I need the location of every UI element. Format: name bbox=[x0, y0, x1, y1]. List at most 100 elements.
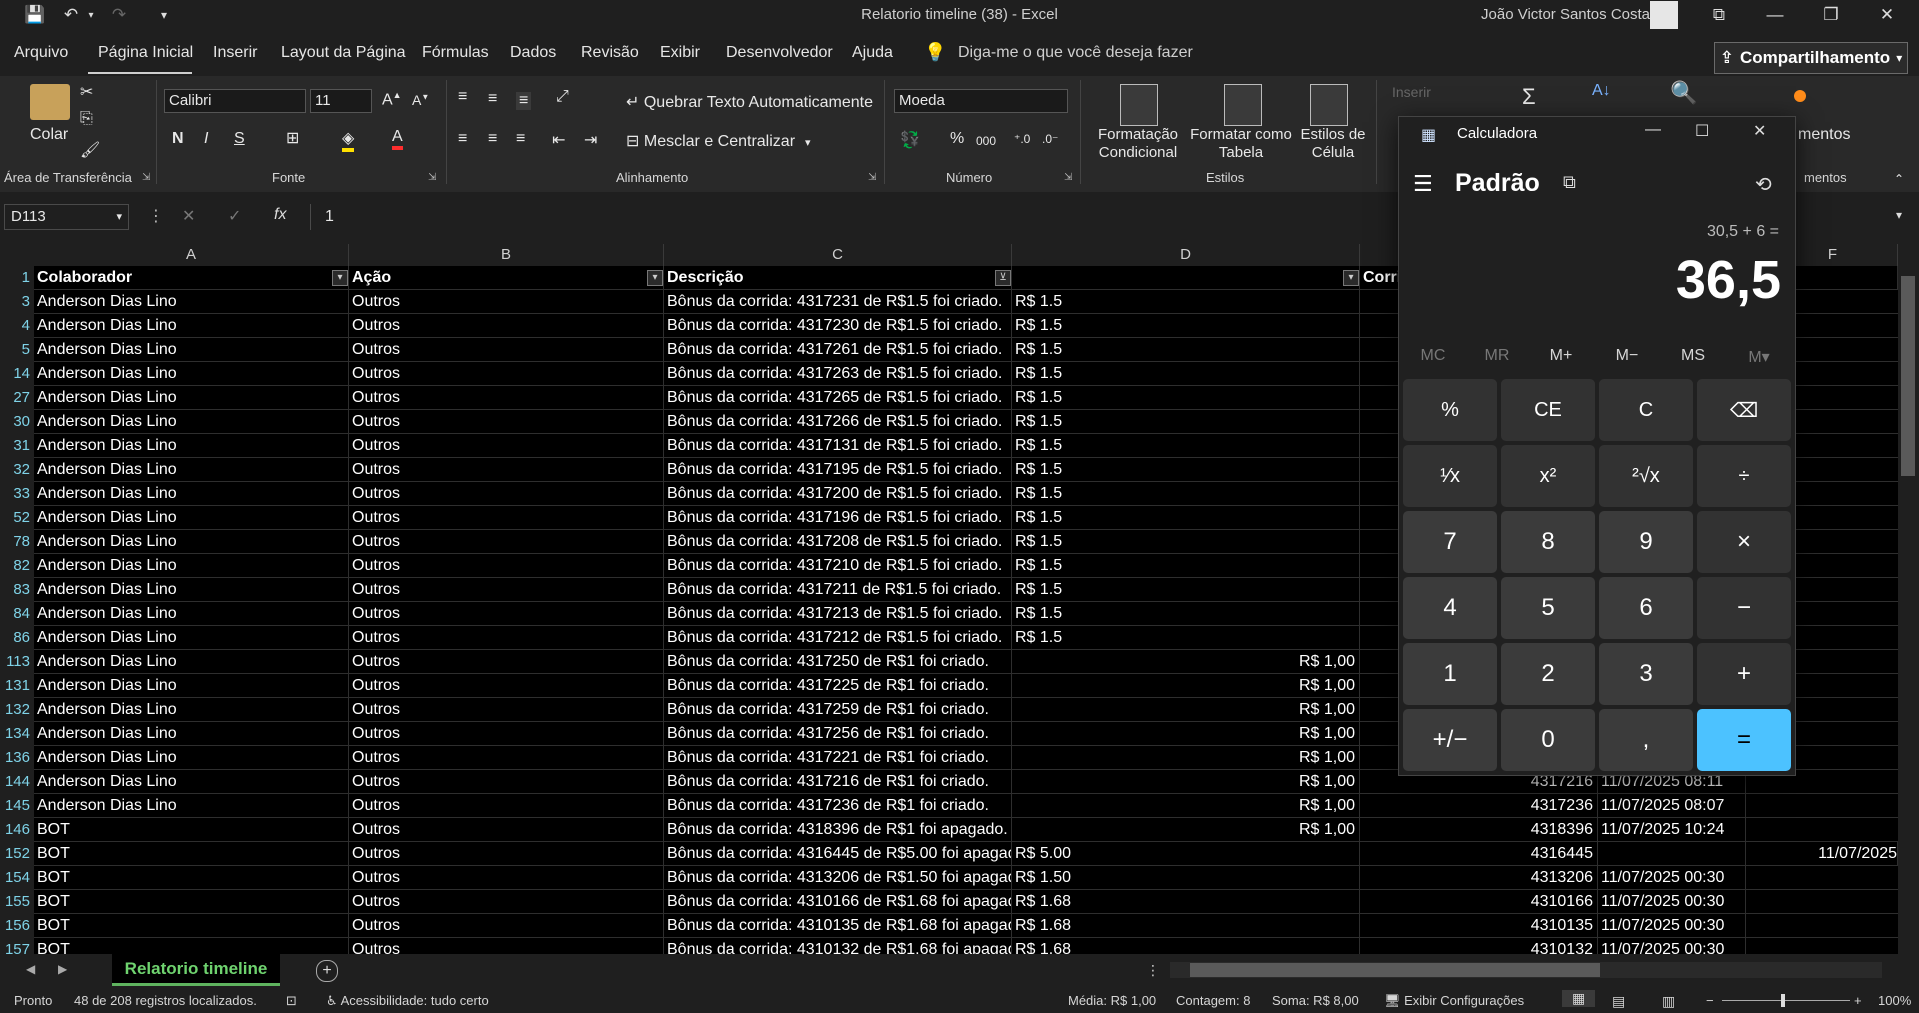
row-number[interactable]: 3 bbox=[0, 290, 34, 314]
cell-valor[interactable]: R$ 1,00 bbox=[1012, 818, 1360, 842]
restore-icon[interactable]: ❐ bbox=[1808, 0, 1854, 30]
cell-colaborador[interactable]: Anderson Dias Lino bbox=[34, 458, 349, 482]
cell-colaborador[interactable]: Anderson Dias Lino bbox=[34, 482, 349, 506]
number-format-select[interactable]: Moeda bbox=[894, 89, 1068, 113]
close-icon[interactable]: ✕ bbox=[1864, 0, 1910, 30]
minimize-icon[interactable]: — bbox=[1752, 0, 1798, 30]
align-left-icon[interactable]: ≡ bbox=[458, 130, 467, 148]
row-number[interactable]: 78 bbox=[0, 530, 34, 554]
cell-descricao[interactable]: Bônus da corrida: 4317195 de R$1.5 foi c… bbox=[664, 458, 1012, 482]
memory-button[interactable]: M+ bbox=[1531, 347, 1591, 365]
cell-acao[interactable]: Outros bbox=[349, 650, 664, 674]
calc-key-plus[interactable]: + bbox=[1697, 643, 1791, 705]
calc-key-five[interactable]: 5 bbox=[1501, 577, 1595, 639]
cut-icon[interactable]: ✂ bbox=[80, 82, 93, 102]
cell-valor[interactable]: R$ 1,00 bbox=[1012, 746, 1360, 770]
cell-acao[interactable]: Outros bbox=[349, 338, 664, 362]
cell-valor[interactable]: R$ 1.5 bbox=[1012, 290, 1360, 314]
cell-descricao[interactable]: Bônus da corrida: 4310135 de R$1.68 foi … bbox=[664, 914, 1012, 938]
cell-colaborador[interactable]: BOT bbox=[34, 914, 349, 938]
cell-descricao[interactable]: Bônus da corrida: 4317210 de R$1.5 foi c… bbox=[664, 554, 1012, 578]
sheet-tab[interactable]: Relatorio timeline bbox=[112, 954, 280, 986]
calc-key-zero[interactable]: 0 bbox=[1501, 709, 1595, 771]
cell-colaborador[interactable]: Anderson Dias Lino bbox=[34, 362, 349, 386]
calc-key-one[interactable]: 1 bbox=[1403, 643, 1497, 705]
cell-valor[interactable]: R$ 1,00 bbox=[1012, 674, 1360, 698]
calc-key-minus[interactable]: − bbox=[1697, 577, 1791, 639]
header-cell-d[interactable] bbox=[1012, 266, 1360, 290]
cell-descricao[interactable]: Bônus da corrida: 4317230 de R$1.5 foi c… bbox=[664, 314, 1012, 338]
align-center-icon[interactable]: ≡ bbox=[488, 130, 497, 148]
insert-cells-button[interactable]: Inserir bbox=[1392, 84, 1431, 100]
cell-acao[interactable]: Outros bbox=[349, 794, 664, 818]
cell-descricao[interactable]: Bônus da corrida: 4317213 de R$1.5 foi c… bbox=[664, 602, 1012, 626]
increase-indent-icon[interactable]: ⇥ bbox=[584, 130, 597, 150]
cell-colaborador[interactable]: Anderson Dias Lino bbox=[34, 722, 349, 746]
calc-key-clear[interactable]: C bbox=[1599, 379, 1693, 441]
cell-descricao[interactable]: Bônus da corrida: 4317265 de R$1.5 foi c… bbox=[664, 386, 1012, 410]
cell-colaborador[interactable]: Anderson Dias Lino bbox=[34, 530, 349, 554]
select-all-corner[interactable] bbox=[0, 244, 34, 266]
prev-sheet-icon[interactable]: ◀ bbox=[26, 962, 35, 976]
insert-function-icon[interactable]: fx bbox=[274, 206, 286, 224]
vertical-scroll-thumb[interactable] bbox=[1901, 276, 1915, 476]
calc-key-eight[interactable]: 8 bbox=[1501, 511, 1595, 573]
row-number[interactable]: 32 bbox=[0, 458, 34, 482]
cell-corrida[interactable]: 4318396 bbox=[1360, 818, 1598, 842]
share-button[interactable]: ⇪ Compartilhamento ▾ bbox=[1714, 42, 1908, 74]
row-number[interactable]: 146 bbox=[0, 818, 34, 842]
cell-valor[interactable]: R$ 1.5 bbox=[1012, 362, 1360, 386]
cell-valor[interactable]: R$ 1.5 bbox=[1012, 410, 1360, 434]
calc-key-negate[interactable]: +/− bbox=[1403, 709, 1497, 771]
increase-decimal-icon[interactable]: ⁺.0 bbox=[1014, 132, 1030, 146]
cell-descricao[interactable]: Bônus da corrida: 4317231 de R$1.5 foi c… bbox=[664, 290, 1012, 314]
normal-view-icon[interactable]: ▦ bbox=[1562, 990, 1596, 1007]
cell-descricao[interactable]: Bônus da corrida: 4317225 de R$1 foi cri… bbox=[664, 674, 1012, 698]
memory-button[interactable]: MC bbox=[1403, 347, 1463, 365]
cell-data[interactable]: 11/07/2025 00:30 bbox=[1598, 866, 1746, 890]
row-number[interactable]: 27 bbox=[0, 386, 34, 410]
format-table-button[interactable]: Formatar como Tabela bbox=[1188, 126, 1294, 162]
bold-button[interactable]: N bbox=[172, 130, 184, 148]
cell-colaborador[interactable]: Anderson Dias Lino bbox=[34, 578, 349, 602]
horizontal-scroll-thumb[interactable] bbox=[1190, 963, 1600, 977]
cell-valor[interactable]: R$ 1,00 bbox=[1012, 650, 1360, 674]
cell-valor[interactable]: R$ 1,00 bbox=[1012, 770, 1360, 794]
cell-colaborador[interactable]: BOT bbox=[34, 890, 349, 914]
zoom-slider-handle[interactable] bbox=[1781, 994, 1785, 1007]
filter-dropdown-icon[interactable]: ▾ bbox=[647, 270, 663, 286]
cell-colaborador[interactable]: Anderson Dias Lino bbox=[34, 674, 349, 698]
row-number[interactable]: 14 bbox=[0, 362, 34, 386]
cell-acao[interactable]: Outros bbox=[349, 530, 664, 554]
cell-valor[interactable]: R$ 1.5 bbox=[1012, 626, 1360, 650]
calc-key-square[interactable]: x² bbox=[1501, 445, 1595, 507]
copy-icon[interactable]: ⎘ bbox=[80, 110, 93, 128]
cell-acao[interactable]: Outros bbox=[349, 818, 664, 842]
zoom-level[interactable]: 100% bbox=[1878, 993, 1911, 1008]
calc-minimize-icon[interactable]: — bbox=[1645, 121, 1661, 139]
calc-key-percent[interactable]: % bbox=[1403, 379, 1497, 441]
percent-button[interactable]: % bbox=[950, 130, 964, 148]
cell-corrida[interactable]: 4310132 bbox=[1360, 938, 1598, 954]
add-sheet-icon[interactable]: + bbox=[316, 960, 338, 982]
filter-dropdown-icon[interactable]: ▾ bbox=[332, 270, 348, 286]
user-name[interactable]: João Victor Santos Costa bbox=[1440, 6, 1650, 23]
cell-corrida[interactable]: 4313206 bbox=[1360, 866, 1598, 890]
cell-descricao[interactable]: Bônus da corrida: 4317131 de R$1.5 foi c… bbox=[664, 434, 1012, 458]
tab-inserir[interactable]: Inserir bbox=[213, 44, 257, 62]
cell-corrida[interactable]: 4316445 bbox=[1360, 842, 1598, 866]
cell-valor[interactable]: R$ 1.5 bbox=[1012, 434, 1360, 458]
calc-close-icon[interactable]: ✕ bbox=[1753, 121, 1766, 141]
cell-acao[interactable]: Outros bbox=[349, 314, 664, 338]
cell-colaborador[interactable]: Anderson Dias Lino bbox=[34, 434, 349, 458]
cell-colaborador[interactable]: Anderson Dias Lino bbox=[34, 386, 349, 410]
cell-data[interactable]: 11/07/2025 08:07 bbox=[1598, 794, 1746, 818]
cell-data[interactable]: 11/07/2025 00:30 bbox=[1598, 938, 1746, 954]
memory-button[interactable]: M− bbox=[1597, 347, 1657, 365]
merge-center-button[interactable]: ⊟ Mesclar e Centralizar ▾ bbox=[626, 131, 811, 151]
accessibility-status[interactable]: ♿ Acessibilidade: tudo certo bbox=[326, 993, 489, 1009]
column-header-c[interactable]: C bbox=[664, 244, 1012, 266]
cell-colaborador[interactable]: Anderson Dias Lino bbox=[34, 410, 349, 434]
decrease-indent-icon[interactable]: ⇤ bbox=[552, 130, 565, 150]
zoom-out-icon[interactable]: − bbox=[1706, 993, 1714, 1008]
